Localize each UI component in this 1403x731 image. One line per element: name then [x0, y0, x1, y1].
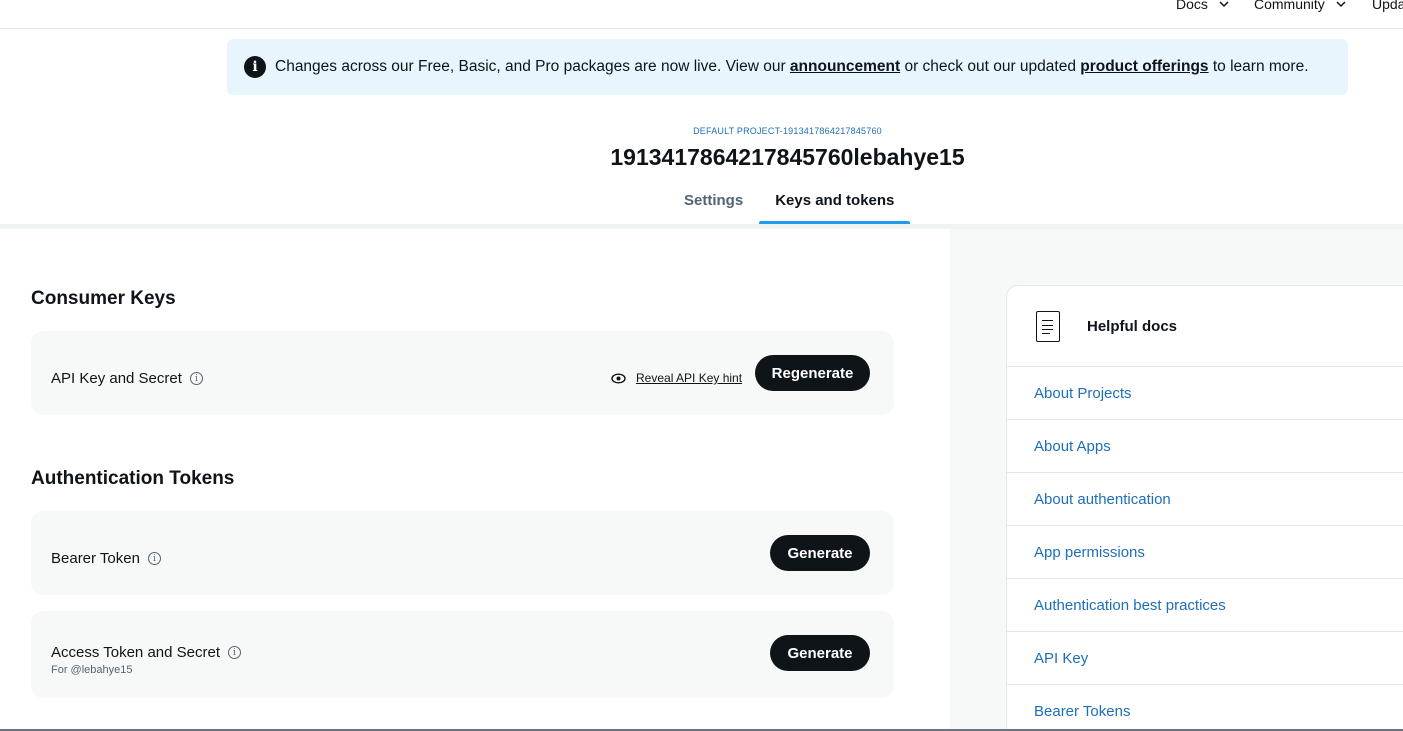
top-nav: Docs Community Upda [0, 0, 1403, 29]
nav-community[interactable]: Community [1254, 0, 1347, 12]
access-token-card: Access Token and Secret i For @lebahye15… [31, 611, 894, 698]
chevron-down-icon [1336, 1, 1346, 8]
doc-link-about-authentication[interactable]: About authentication [1007, 473, 1403, 526]
api-key-label-row: API Key and Secret i [51, 370, 203, 387]
generate-bearer-button[interactable]: Generate [770, 535, 870, 571]
info-icon[interactable]: i [227, 646, 241, 659]
authentication-tokens-heading: Authentication Tokens [31, 468, 235, 489]
announcement-banner: i Changes across our Free, Basic, and Pr… [227, 39, 1348, 95]
helpful-docs-title: Helpful docs [1087, 317, 1178, 335]
access-token-label: Access Token and Secret [51, 644, 220, 661]
project-label: DEFAULT PROJECT-1913417864217845760 [693, 126, 882, 136]
reveal-api-key-label: Reveal API Key hint [636, 371, 743, 385]
product-offerings-link[interactable]: product offerings [1080, 58, 1208, 76]
generate-access-button[interactable]: Generate [770, 635, 870, 671]
banner-text-after: to learn more. [1208, 58, 1309, 75]
info-icon[interactable]: i [189, 372, 203, 385]
info-icon: i [244, 56, 266, 78]
doc-link-auth-best-practices[interactable]: Authentication best practices [1007, 579, 1403, 632]
helpful-docs-panel: Helpful docs About Projects About Apps A… [1006, 285, 1403, 731]
tab-bar: Settings Keys and tokens [668, 182, 911, 225]
doc-link-bearer-tokens[interactable]: Bearer Tokens [1007, 685, 1403, 731]
bearer-token-label: Bearer Token [51, 550, 140, 567]
doc-link-about-projects[interactable]: About Projects [1007, 367, 1403, 420]
access-token-label-row: Access Token and Secret i [51, 644, 241, 661]
helpful-docs-header: Helpful docs [1007, 286, 1403, 367]
eye-icon [611, 372, 626, 384]
bearer-token-label-row: Bearer Token i [51, 550, 161, 567]
tab-settings[interactable]: Settings [668, 182, 759, 225]
tab-keys-and-tokens[interactable]: Keys and tokens [759, 182, 911, 225]
main-content: Consumer Keys API Key and Secret i Revea… [0, 229, 950, 731]
nav-docs-label: Docs [1176, 0, 1208, 12]
doc-link-api-key[interactable]: API Key [1007, 632, 1403, 685]
reveal-api-key-hint[interactable]: Reveal API Key hint [611, 371, 742, 385]
api-key-label: API Key and Secret [51, 370, 182, 387]
document-icon [1036, 310, 1060, 342]
regenerate-button[interactable]: Regenerate [755, 355, 870, 391]
bearer-token-card: Bearer Token i Generate [31, 511, 894, 595]
doc-link-about-apps[interactable]: About Apps [1007, 420, 1403, 473]
info-icon[interactable]: i [147, 552, 161, 565]
doc-link-app-permissions[interactable]: App permissions [1007, 526, 1403, 579]
api-key-card: API Key and Secret i Reveal API Key hint… [31, 331, 894, 415]
nav-docs[interactable]: Docs [1176, 0, 1230, 12]
banner-text-middle: or check out our updated [900, 58, 1081, 75]
consumer-keys-heading: Consumer Keys [31, 288, 176, 309]
chevron-down-icon [1219, 1, 1229, 8]
announcement-link[interactable]: announcement [790, 58, 900, 76]
nav-updates-label: Upda [1372, 0, 1403, 12]
page-title: 1913417864217845760lebahye15 [610, 144, 965, 170]
nav-updates[interactable]: Upda [1372, 0, 1403, 12]
access-token-subtitle: For @lebahye15 [51, 664, 133, 676]
banner-text-before: Changes across our Free, Basic, and Pro … [275, 58, 790, 75]
nav-community-label: Community [1254, 0, 1325, 12]
